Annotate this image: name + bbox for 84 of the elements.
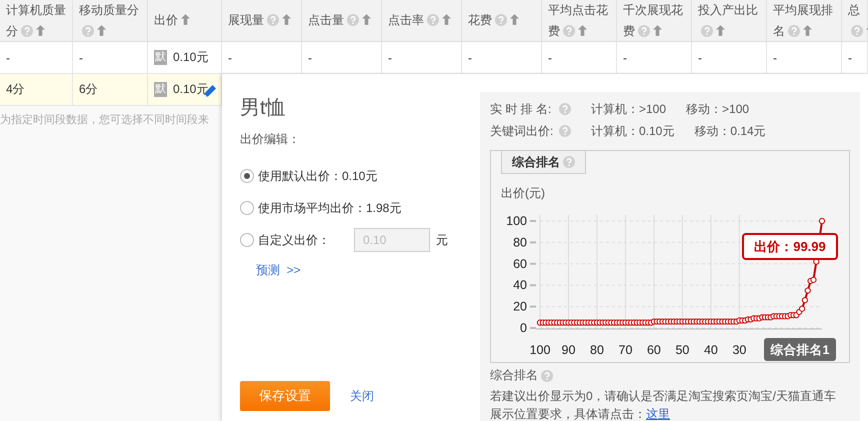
table-cell: - <box>848 50 852 64</box>
unit-label: 元 <box>436 232 448 248</box>
radio-icon[interactable] <box>240 201 254 215</box>
help-icon <box>563 156 575 168</box>
radio-icon[interactable] <box>240 169 254 183</box>
info-value: 计算机：>100 <box>591 100 666 118</box>
table-cell: - <box>308 50 312 64</box>
hint-text: 为指定时间段数据，您可选择不同时间段来 <box>0 112 210 127</box>
default-badge: 默 <box>154 82 167 97</box>
annotation: 出价：99.99 <box>754 239 826 254</box>
footnote-title: 综合排名 <box>490 367 538 384</box>
radio-option[interactable]: 使用默认出价：0.10元 <box>240 168 378 184</box>
radio-option[interactable]: 使用市场平均出价：1.98元 <box>240 200 402 216</box>
bid-edit-label: 出价编辑： <box>240 131 301 148</box>
column-header[interactable]: 计算机质量分 <box>0 0 73 42</box>
sort-icon[interactable] <box>716 24 725 36</box>
table-cell: - <box>79 50 83 64</box>
chart-tab[interactable]: 综合排名 <box>501 151 586 174</box>
y-tick-label: 60 <box>513 256 527 271</box>
table-cell: - <box>623 50 627 64</box>
table-cell: 6分 <box>79 81 98 98</box>
table-cell: - <box>468 50 472 64</box>
data-point <box>804 287 811 294</box>
sort-icon[interactable] <box>97 24 106 36</box>
table-cell: - <box>388 50 392 64</box>
data-point <box>818 218 826 224</box>
table-cell: - <box>773 50 777 64</box>
table-cell: - <box>228 50 232 64</box>
column-header[interactable]: 平均点击花费 <box>542 0 617 42</box>
here-link[interactable]: 这里 <box>646 407 670 421</box>
column-header[interactable]: 千次展现花费 <box>617 0 692 42</box>
column-header[interactable]: 投入产出比 <box>692 0 767 42</box>
info-value: 移动：>100 <box>686 100 750 118</box>
column-header[interactable]: 点击率 <box>382 0 462 42</box>
column-header[interactable]: 出价 <box>148 0 222 42</box>
table-cell: 4分 <box>6 81 25 98</box>
sort-icon[interactable] <box>362 14 371 25</box>
y-tick-label: 20 <box>513 300 527 314</box>
sort-icon[interactable] <box>510 14 519 25</box>
info-value: 计算机：0.10元 <box>591 122 674 140</box>
sort-icon[interactable] <box>36 24 45 36</box>
column-header[interactable]: 平均展现排名 <box>767 0 842 42</box>
x-tick-label: 50 <box>675 343 690 357</box>
rank-tooltip: 综合排名1 <box>764 338 836 361</box>
column-header[interactable]: 花费 <box>462 0 542 42</box>
x-tick-label: 40 <box>704 343 718 357</box>
sort-icon[interactable] <box>578 24 587 36</box>
sort-icon[interactable] <box>282 14 291 25</box>
y-tick-label: 40 <box>513 278 527 292</box>
x-tick-label: 80 <box>590 343 604 357</box>
y-tick-label: 100 <box>506 214 527 228</box>
column-header[interactable]: 点击量 <box>302 0 382 42</box>
help-icon <box>541 370 553 382</box>
data-point <box>802 297 808 304</box>
sort-icon[interactable] <box>442 14 451 25</box>
x-tick-label: 60 <box>646 343 661 357</box>
x-tick-label: 100 <box>530 343 550 357</box>
value-tooltip: 出价：99.99 <box>742 233 838 260</box>
table-cell: - <box>548 50 552 64</box>
column-header[interactable]: 总 <box>842 0 868 42</box>
sort-icon[interactable] <box>653 24 662 36</box>
close-link[interactable]: 关闭 <box>350 388 374 404</box>
table-cell: - <box>698 50 702 64</box>
y-tick-label: 80 <box>513 235 527 250</box>
table-cell: - <box>6 50 10 64</box>
forecast-link[interactable]: 预测 >> <box>256 262 301 279</box>
sort-icon[interactable] <box>181 14 190 25</box>
help-icon <box>559 125 571 137</box>
footnote-text: 若建议出价显示为0，请确认是否满足淘宝搜索页淘宝/天猫直通车展示位置要求，具体请点击：这里 <box>490 388 838 421</box>
help-icon <box>559 103 571 115</box>
bid-value: 0.10元 <box>173 49 208 66</box>
info-value: 移动：0.14元 <box>694 122 766 140</box>
info-label: 关键词出价: <box>490 122 554 140</box>
sort-icon[interactable] <box>803 24 812 36</box>
column-header[interactable]: 移动质量分 <box>73 0 148 42</box>
x-tick-label: 70 <box>618 343 632 357</box>
info-label: 实 时 排 名: <box>490 100 552 118</box>
column-header[interactable]: 展现量 <box>222 0 302 42</box>
popup-title: 男t恤 <box>240 96 287 121</box>
y-axis-title: 出价(元) <box>501 186 545 200</box>
y-tick-label: 0 <box>520 321 527 335</box>
default-badge: 默 <box>154 50 167 65</box>
x-tick-label: 30 <box>732 343 746 357</box>
x-tick-label: 90 <box>562 343 576 357</box>
